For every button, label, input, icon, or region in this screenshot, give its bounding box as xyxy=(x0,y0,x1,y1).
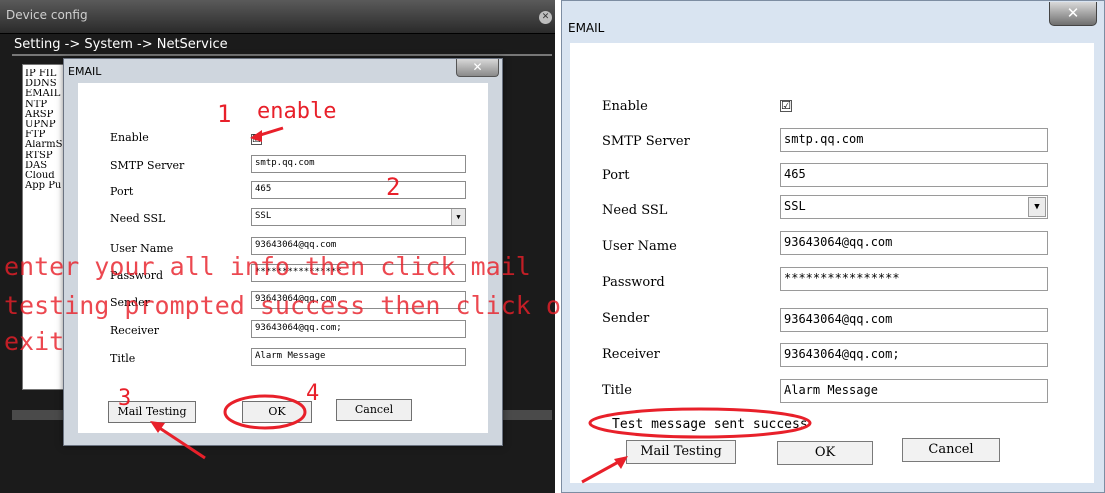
select-value: SSL xyxy=(784,199,806,213)
dialog-body: Enable ☑ SMTP Server smtp.qq.com Port 46… xyxy=(570,43,1094,483)
annotation-step-4: 4 xyxy=(306,381,320,406)
port-input[interactable]: 465 xyxy=(251,181,466,199)
need-ssl-select[interactable]: SSL ▼ xyxy=(780,195,1048,219)
user-name-label: User Name xyxy=(602,239,677,254)
receiver-label: Receiver xyxy=(110,324,159,337)
cancel-button[interactable]: Cancel xyxy=(336,399,412,421)
receiver-input[interactable]: 93643064@qq.com; xyxy=(251,320,466,338)
smtp-server-input[interactable]: smtp.qq.com xyxy=(780,128,1048,152)
status-message: Test message sent success xyxy=(612,417,808,432)
need-ssl-label: Need SSL xyxy=(602,203,668,218)
annotation-enable: enable xyxy=(257,99,337,124)
mail-testing-button[interactable]: Mail Testing xyxy=(626,440,736,464)
smtp-server-label: SMTP Server xyxy=(602,134,690,149)
annotation-note-line-1: enter your all info then click mail xyxy=(4,252,531,281)
chevron-down-icon[interactable]: ▼ xyxy=(1028,197,1046,217)
port-input[interactable]: 465 xyxy=(780,163,1048,187)
smtp-server-label: SMTP Server xyxy=(110,159,185,172)
smtp-server-input[interactable]: smtp.qq.com xyxy=(251,155,466,173)
select-value: SSL xyxy=(255,211,272,221)
title-input[interactable]: Alarm Message xyxy=(251,348,466,366)
need-ssl-label: Need SSL xyxy=(110,212,166,225)
sender-label: Sender xyxy=(602,311,650,326)
title-label: Title xyxy=(110,352,136,365)
close-icon[interactable]: ✕ xyxy=(539,11,552,24)
close-icon[interactable]: ✕ xyxy=(456,59,499,77)
email-window: EMAIL ✕ Enable ☑ SMTP Server smtp.qq.com… xyxy=(561,0,1105,493)
ok-button[interactable]: OK xyxy=(242,401,312,423)
chevron-down-icon[interactable]: ▼ xyxy=(451,209,465,225)
window-title: EMAIL xyxy=(568,21,605,35)
receiver-label: Receiver xyxy=(602,347,660,362)
port-label: Port xyxy=(110,185,134,198)
sender-input[interactable]: 93643064@qq.com xyxy=(780,308,1048,332)
enable-label: Enable xyxy=(110,131,149,144)
port-label: Port xyxy=(602,168,630,183)
annotation-step-2: 2 xyxy=(386,173,401,201)
window-title: Device config xyxy=(6,8,88,22)
annotation-step-1: 1 xyxy=(217,100,232,128)
device-config-titlebar: Device config ✕ xyxy=(0,0,555,34)
annotation-note-line-2: testing prompted success then click ok xyxy=(4,291,576,320)
divider xyxy=(12,54,552,56)
breadcrumb: Setting -> System -> NetService xyxy=(14,37,228,52)
annotation-note-line-3: exit xyxy=(4,327,65,356)
user-name-input[interactable]: 93643064@qq.com xyxy=(780,231,1048,255)
title-label: Title xyxy=(602,383,632,398)
password-input[interactable]: **************** xyxy=(780,267,1048,291)
enable-checkbox[interactable]: ☑ xyxy=(780,100,792,112)
receiver-input[interactable]: 93643064@qq.com; xyxy=(780,343,1048,367)
cancel-button[interactable]: Cancel xyxy=(902,438,1000,462)
annotation-step-3: 3 xyxy=(118,386,132,411)
password-label: Password xyxy=(602,275,665,290)
need-ssl-select[interactable]: SSL ▼ xyxy=(251,208,466,226)
dialog-title: EMAIL xyxy=(68,65,102,78)
ok-button[interactable]: OK xyxy=(777,441,873,465)
close-icon[interactable]: ✕ xyxy=(1049,2,1097,26)
device-config-window: Device config ✕ Setting -> System -> Net… xyxy=(0,0,576,493)
enable-checkbox[interactable]: ☑ xyxy=(251,134,262,145)
title-input[interactable]: Alarm Message xyxy=(780,379,1048,403)
enable-label: Enable xyxy=(602,99,648,114)
